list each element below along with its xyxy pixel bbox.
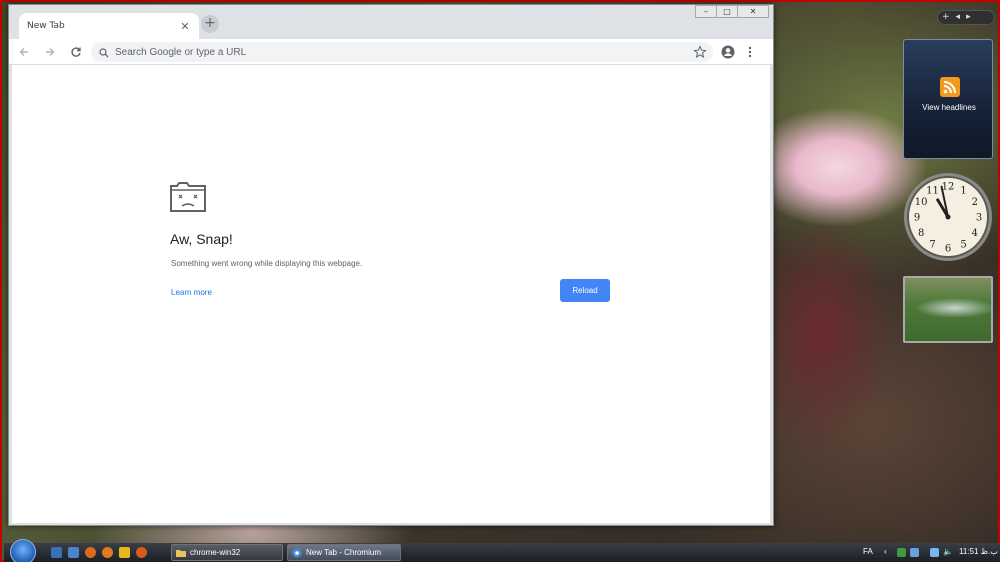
learn-more-link[interactable]: Learn more <box>171 288 212 297</box>
clock-numeral: 11 <box>926 186 939 197</box>
taskbar-button-label: New Tab - Chromium <box>306 548 381 557</box>
add-gadget-icon[interactable]: + <box>942 11 950 24</box>
tab-title: New Tab <box>27 21 65 31</box>
browser-window: New Tab ✕ + – □ ✕ Search Google or type … <box>8 4 774 526</box>
bookmark-star-icon[interactable] <box>693 44 707 63</box>
clock-numeral: 1 <box>960 186 966 197</box>
chromium-icon <box>292 548 302 557</box>
display-tray-icon[interactable] <box>930 548 939 557</box>
show-hidden-icons[interactable]: ‹ <box>884 547 887 556</box>
new-tab-button[interactable]: + <box>201 15 219 33</box>
sad-tab-icon <box>170 182 206 216</box>
clock-numeral: 6 <box>945 244 951 255</box>
clock-numeral: 9 <box>914 213 920 224</box>
minimize-button[interactable]: – <box>695 5 717 18</box>
clock-numeral: 5 <box>960 239 966 250</box>
window-controls: – □ ✕ <box>695 5 769 18</box>
next-page-icon[interactable]: ▸ <box>966 11 971 24</box>
taskbar-button-chrome-win32[interactable]: chrome-win32 <box>171 544 283 561</box>
tab-new-tab[interactable]: New Tab ✕ <box>19 13 199 39</box>
sidebar-controls: + ◂ ▸ <box>937 10 995 25</box>
feed-headlines-gadget[interactable]: View headlines <box>903 39 993 159</box>
search-icon <box>99 43 109 62</box>
network-tray-icon[interactable] <box>897 548 906 557</box>
clock-numeral: 12 <box>942 182 955 193</box>
start-button[interactable] <box>10 539 36 562</box>
taskbar: chrome-win32 New Tab - Chromium FA ‹ 🔈 1… <box>4 539 1000 562</box>
rss-feed-icon <box>940 77 960 97</box>
clock-time[interactable]: 11:51 ب.ظ <box>959 547 998 556</box>
clock-numeral: 8 <box>918 228 924 239</box>
back-icon[interactable] <box>13 41 35 63</box>
page-content: Aw, Snap! Something went wrong while dis… <box>12 65 770 523</box>
menu-kebab-icon[interactable] <box>747 44 753 63</box>
close-window-button[interactable]: ✕ <box>737 5 769 18</box>
reload-icon[interactable] <box>65 41 87 63</box>
firefox-icon[interactable] <box>85 547 96 558</box>
folder-icon <box>176 549 186 557</box>
volume-icon[interactable]: 🔈 <box>943 547 953 556</box>
firefox-alt-icon[interactable] <box>102 547 113 558</box>
omnibox[interactable]: Search Google or type a URL <box>91 42 713 62</box>
tray-app-icon[interactable] <box>910 548 919 557</box>
tab-strip: New Tab ✕ + – □ ✕ <box>9 5 773 39</box>
slideshow-gadget[interactable] <box>903 276 993 343</box>
language-indicator[interactable]: FA <box>863 547 873 556</box>
profile-icon[interactable] <box>721 44 735 63</box>
clock-gadget[interactable]: 12 1 2 3 4 5 6 7 8 9 10 11 <box>903 172 993 262</box>
show-desktop-icon[interactable] <box>51 547 62 558</box>
reload-button[interactable]: Reload <box>560 279 610 302</box>
tab-close-icon[interactable]: ✕ <box>179 20 191 33</box>
error-message: Something went wrong while displaying th… <box>171 259 363 268</box>
previous-page-icon[interactable]: ◂ <box>956 11 961 24</box>
browser-toolbar: Search Google or type a URL <box>9 39 773 65</box>
omnibox-placeholder: Search Google or type a URL <box>115 46 247 58</box>
switch-windows-icon[interactable] <box>68 547 79 558</box>
view-headlines-label: View headlines <box>922 103 976 112</box>
clock-numeral: 4 <box>972 228 978 239</box>
desktop: New Tab ✕ + – □ ✕ Search Google or type … <box>0 0 1000 562</box>
taskbar-button-new-tab-chromium[interactable]: New Tab - Chromium <box>287 544 401 561</box>
clock-numeral: 7 <box>929 239 935 250</box>
clock-numeral: 3 <box>976 213 982 224</box>
browser-icon[interactable] <box>136 547 147 558</box>
clock-numeral: 10 <box>915 197 928 208</box>
taskbar-button-label: chrome-win32 <box>190 548 241 557</box>
forward-icon[interactable] <box>39 41 61 63</box>
clock-numeral: 2 <box>972 197 978 208</box>
page-title: Aw, Snap! <box>170 231 233 247</box>
media-player-icon[interactable] <box>119 547 130 558</box>
maximize-button[interactable]: □ <box>716 5 738 18</box>
